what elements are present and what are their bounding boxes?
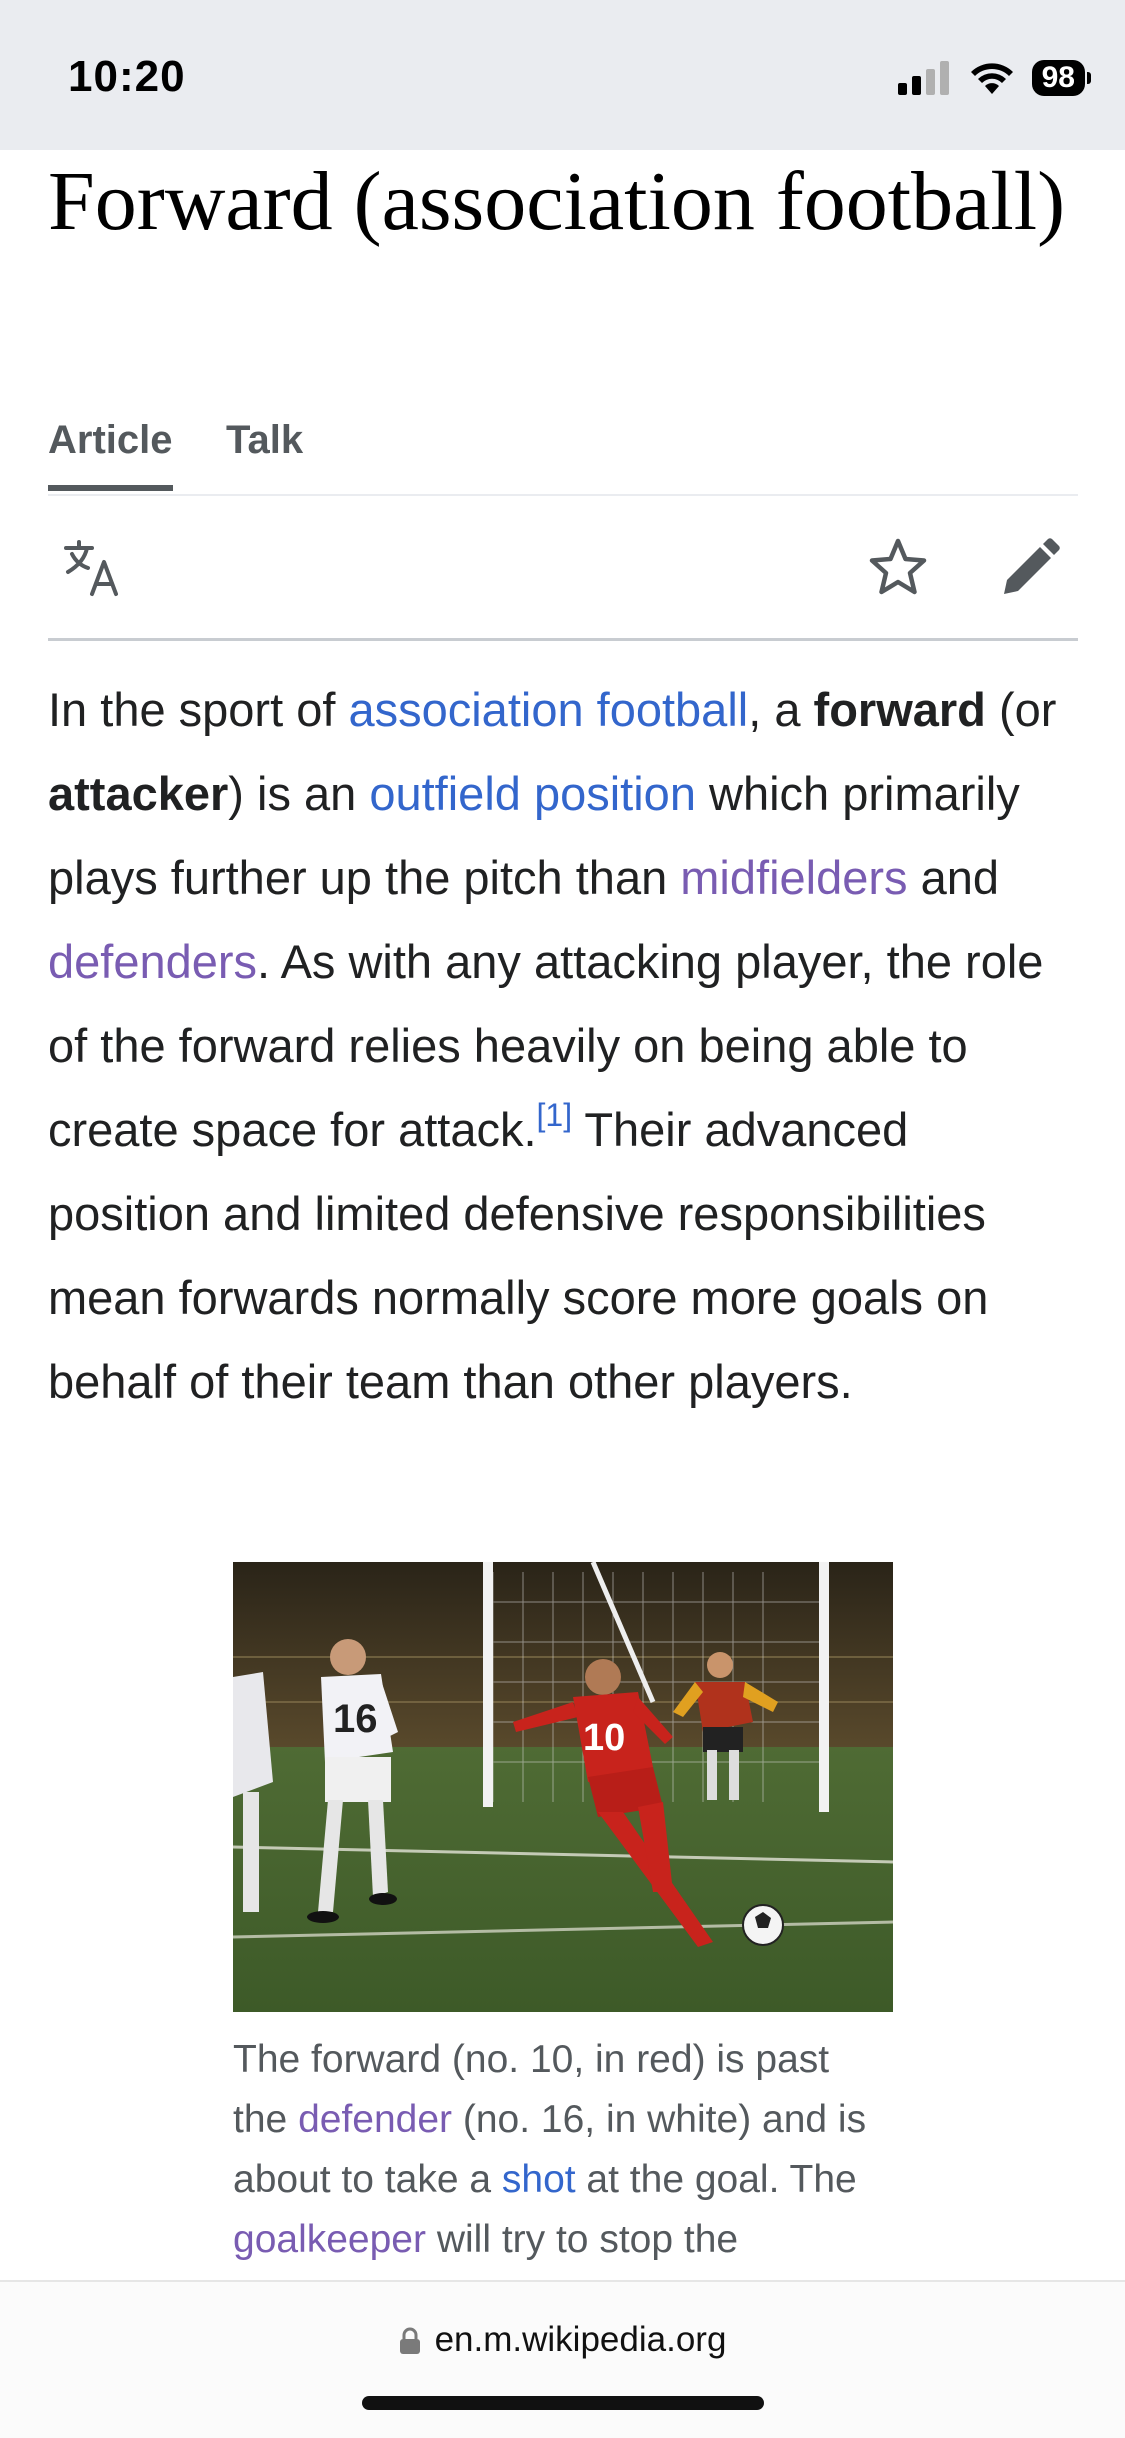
link-shot[interactable]: shot <box>502 2158 576 2201</box>
lead-text: ) is an <box>228 767 370 820</box>
defender-jersey-number: 16 <box>333 1697 378 1741</box>
browser-address-bar[interactable]: en.m.wikipedia.org <box>0 2280 1125 2438</box>
bold-term-attacker: attacker <box>48 767 229 820</box>
namespace-tabs: Article Talk <box>48 410 1078 496</box>
bold-term-forward: forward <box>813 683 986 736</box>
status-bar: 10:20 98 <box>0 0 1125 150</box>
page-actions-toolbar <box>48 500 1078 641</box>
reference-link[interactable]: [1] <box>537 1097 573 1133</box>
link-goalkeeper[interactable]: goalkeeper <box>233 2218 426 2261</box>
link-midfielders[interactable]: midfielders <box>680 851 907 904</box>
link-defenders[interactable]: defenders <box>48 935 257 988</box>
caption-text: at the goal. The <box>575 2158 857 2201</box>
translate-icon[interactable] <box>60 536 124 600</box>
lead-text: and <box>907 851 1000 904</box>
tab-talk[interactable]: Talk <box>226 418 303 485</box>
forward-jersey-number: 10 <box>583 1717 625 1759</box>
lead-paragraph: In the sport of association football, a … <box>48 668 1083 1424</box>
lead-text: In the sport of <box>48 683 349 736</box>
caption-text: will try to stop the <box>425 2218 739 2261</box>
wifi-icon <box>970 63 1013 94</box>
tab-article[interactable]: Article <box>48 418 173 491</box>
battery-icon: 98 <box>1031 60 1092 96</box>
link-association-football[interactable]: association football <box>348 683 748 736</box>
status-indicators: 98 <box>897 60 1092 96</box>
status-time: 10:20 <box>68 52 186 101</box>
edit-icon[interactable] <box>998 536 1062 600</box>
link-defender[interactable]: defender <box>298 2098 452 2141</box>
cellular-signal-icon <box>897 61 949 95</box>
lead-text: , a <box>748 683 814 736</box>
url-text: en.m.wikipedia.org <box>434 2320 727 2359</box>
lead-text: (or <box>985 683 1057 736</box>
figure-caption: The forward (no. 10, in red) is past the… <box>233 2030 893 2270</box>
page-title: Forward (association football) <box>48 155 1066 248</box>
lock-icon <box>399 2327 420 2354</box>
url-display[interactable]: en.m.wikipedia.org <box>0 2320 1125 2360</box>
football-photo-illustration: 16 10 <box>233 1562 893 2012</box>
star-icon[interactable] <box>866 536 930 600</box>
home-indicator[interactable] <box>362 2396 764 2410</box>
link-outfield-position[interactable]: outfield position <box>369 767 696 820</box>
figure-photo[interactable]: 16 10 <box>233 1562 893 2012</box>
